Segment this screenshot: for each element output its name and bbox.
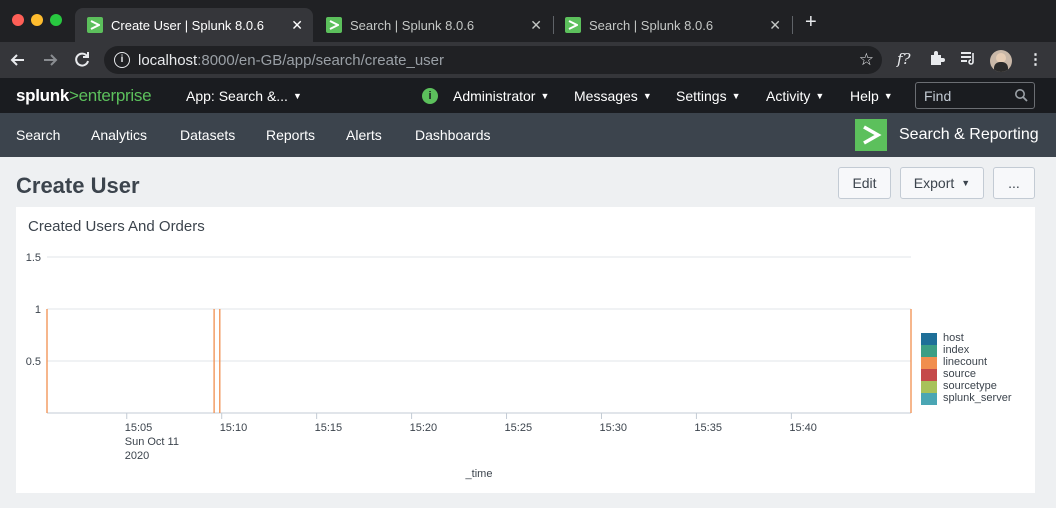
x-tick-label: 2020 [125, 450, 149, 462]
close-tab-icon[interactable]: ✕ [291, 17, 303, 34]
legend-swatch [921, 381, 937, 393]
y-tick-label: 1 [35, 304, 41, 316]
user-menu[interactable]: Administrator ▼ [453, 88, 549, 104]
nav-search[interactable]: Search [16, 127, 60, 143]
activity-menu[interactable]: Activity ▼ [766, 88, 824, 104]
x-tick-label: 15:35 [694, 422, 722, 434]
legend-label: sourcetype [943, 380, 997, 392]
tab-title: Create User | Splunk 8.0.6 [111, 17, 264, 33]
browser-tabstrip: Create User | Splunk 8.0.6 ✕ Search | Sp… [0, 0, 1056, 42]
splunk-enterprise-logo[interactable]: splunk>enterprise [16, 86, 152, 106]
legend-label: linecount [943, 356, 988, 368]
search-icon[interactable] [1014, 88, 1028, 102]
caret-down-icon: ▼ [292, 91, 302, 101]
app-title[interactable]: Search & Reporting [899, 126, 1039, 144]
caret-down-icon: ▼ [883, 91, 893, 101]
legend-swatch [921, 357, 937, 369]
legend-swatch [921, 393, 937, 405]
caret-down-icon: ▼ [731, 91, 741, 101]
legend-swatch [921, 345, 937, 357]
x-tick-label: Sun Oct 11 [125, 436, 179, 448]
caret-down-icon: ▼ [961, 178, 971, 188]
health-status-icon[interactable]: i [422, 88, 438, 104]
browser-toolbar: i localhost:8000/en-GB/app/search/create… [0, 42, 1056, 78]
back-arrow-icon[interactable] [8, 50, 28, 70]
app-menu[interactable]: App: Search &... ▼ [186, 88, 302, 104]
y-tick-label: 1.5 [26, 252, 41, 264]
nav-alerts[interactable]: Alerts [346, 127, 382, 143]
search-reporting-app-icon[interactable] [855, 119, 887, 151]
new-tab-icon[interactable]: + [805, 12, 817, 32]
close-tab-icon[interactable]: ✕ [530, 17, 542, 34]
splunk-favicon-icon [87, 17, 103, 33]
export-button[interactable]: Export ▼ [900, 167, 984, 199]
browser-tab-create-user[interactable]: Create User | Splunk 8.0.6 ✕ [75, 8, 313, 42]
settings-menu[interactable]: Settings ▼ [676, 88, 741, 104]
dashboard-panel: Created Users And Orders 0.5 1 1.5 15:05 Sun… [16, 207, 1035, 493]
splunk-favicon-icon [565, 17, 581, 33]
caret-down-icon: ▼ [815, 91, 825, 101]
close-window-button[interactable] [12, 14, 24, 26]
site-info-icon[interactable]: i [114, 52, 130, 68]
browser-tab-search-1[interactable]: Search | Splunk 8.0.6 ✕ [314, 8, 552, 42]
x-axis-title: _time [465, 468, 493, 480]
caret-down-icon: ▼ [642, 91, 652, 101]
forward-arrow-icon[interactable] [40, 50, 60, 70]
splunk-top-bar: splunk>enterprise App: Search &... ▼ i Ad… [0, 78, 1056, 113]
address-bar[interactable]: i localhost:8000/en-GB/app/search/create… [104, 46, 882, 74]
x-tick-label: 15:20 [410, 422, 438, 434]
browser-tab-search-2[interactable]: Search | Splunk 8.0.6 ✕ [553, 8, 791, 42]
profile-avatar[interactable] [990, 50, 1012, 72]
nav-analytics[interactable]: Analytics [91, 127, 147, 143]
x-tick-label: 15:15 [315, 422, 343, 434]
caret-down-icon: ▼ [540, 91, 550, 101]
tab-divider [792, 16, 793, 34]
app-nav-bar: Search Analytics Datasets Reports Alerts… [0, 113, 1056, 157]
legend-label: splunk_server [943, 392, 1012, 404]
x-tick-label: 15:10 [220, 422, 248, 434]
x-tick-label: 15:30 [599, 422, 627, 434]
messages-menu[interactable]: Messages ▼ [574, 88, 652, 104]
x-tick-label: 15:05 [125, 422, 153, 434]
reload-icon[interactable] [72, 50, 92, 70]
page-title: Create User [16, 173, 140, 198]
tab-title: Search | Splunk 8.0.6 [350, 17, 475, 33]
edit-button[interactable]: Edit [838, 167, 891, 199]
y-tick-label: 0.5 [26, 356, 41, 368]
formula-extension-icon[interactable]: f? [897, 50, 911, 68]
x-tick-label: 15:40 [789, 422, 817, 434]
legend-swatch [921, 369, 937, 381]
splunk-favicon-icon [326, 17, 342, 33]
minimize-window-button[interactable] [31, 14, 43, 26]
legend-label: source [943, 368, 977, 380]
line-chart[interactable]: 0.5 1 1.5 15:05 Sun Oct 11 2020 15:10 15:15 15:2… [16, 207, 1035, 493]
nav-reports[interactable]: Reports [266, 127, 315, 143]
maximize-window-button[interactable] [50, 14, 62, 26]
legend-label: index [943, 344, 970, 356]
extensions-puzzle-icon[interactable] [929, 50, 945, 66]
tab-title: Search | Splunk 8.0.6 [589, 17, 714, 33]
nav-dashboards[interactable]: Dashboards [415, 127, 491, 143]
bookmark-star-icon[interactable]: ☆ [859, 50, 874, 70]
more-actions-button[interactable]: ... [993, 167, 1035, 199]
nav-datasets[interactable]: Datasets [180, 127, 235, 143]
media-queue-icon[interactable] [960, 50, 976, 66]
find-box [915, 82, 1035, 109]
close-tab-icon[interactable]: ✕ [769, 17, 781, 34]
legend-label: host [943, 332, 964, 344]
help-menu[interactable]: Help ▼ [850, 88, 893, 104]
legend-swatch [921, 333, 937, 345]
browser-menu-icon[interactable]: ⋮ [1028, 50, 1043, 68]
x-tick-label: 15:25 [505, 422, 533, 434]
address-url: localhost:8000/en-GB/app/search/create_u… [138, 52, 445, 69]
